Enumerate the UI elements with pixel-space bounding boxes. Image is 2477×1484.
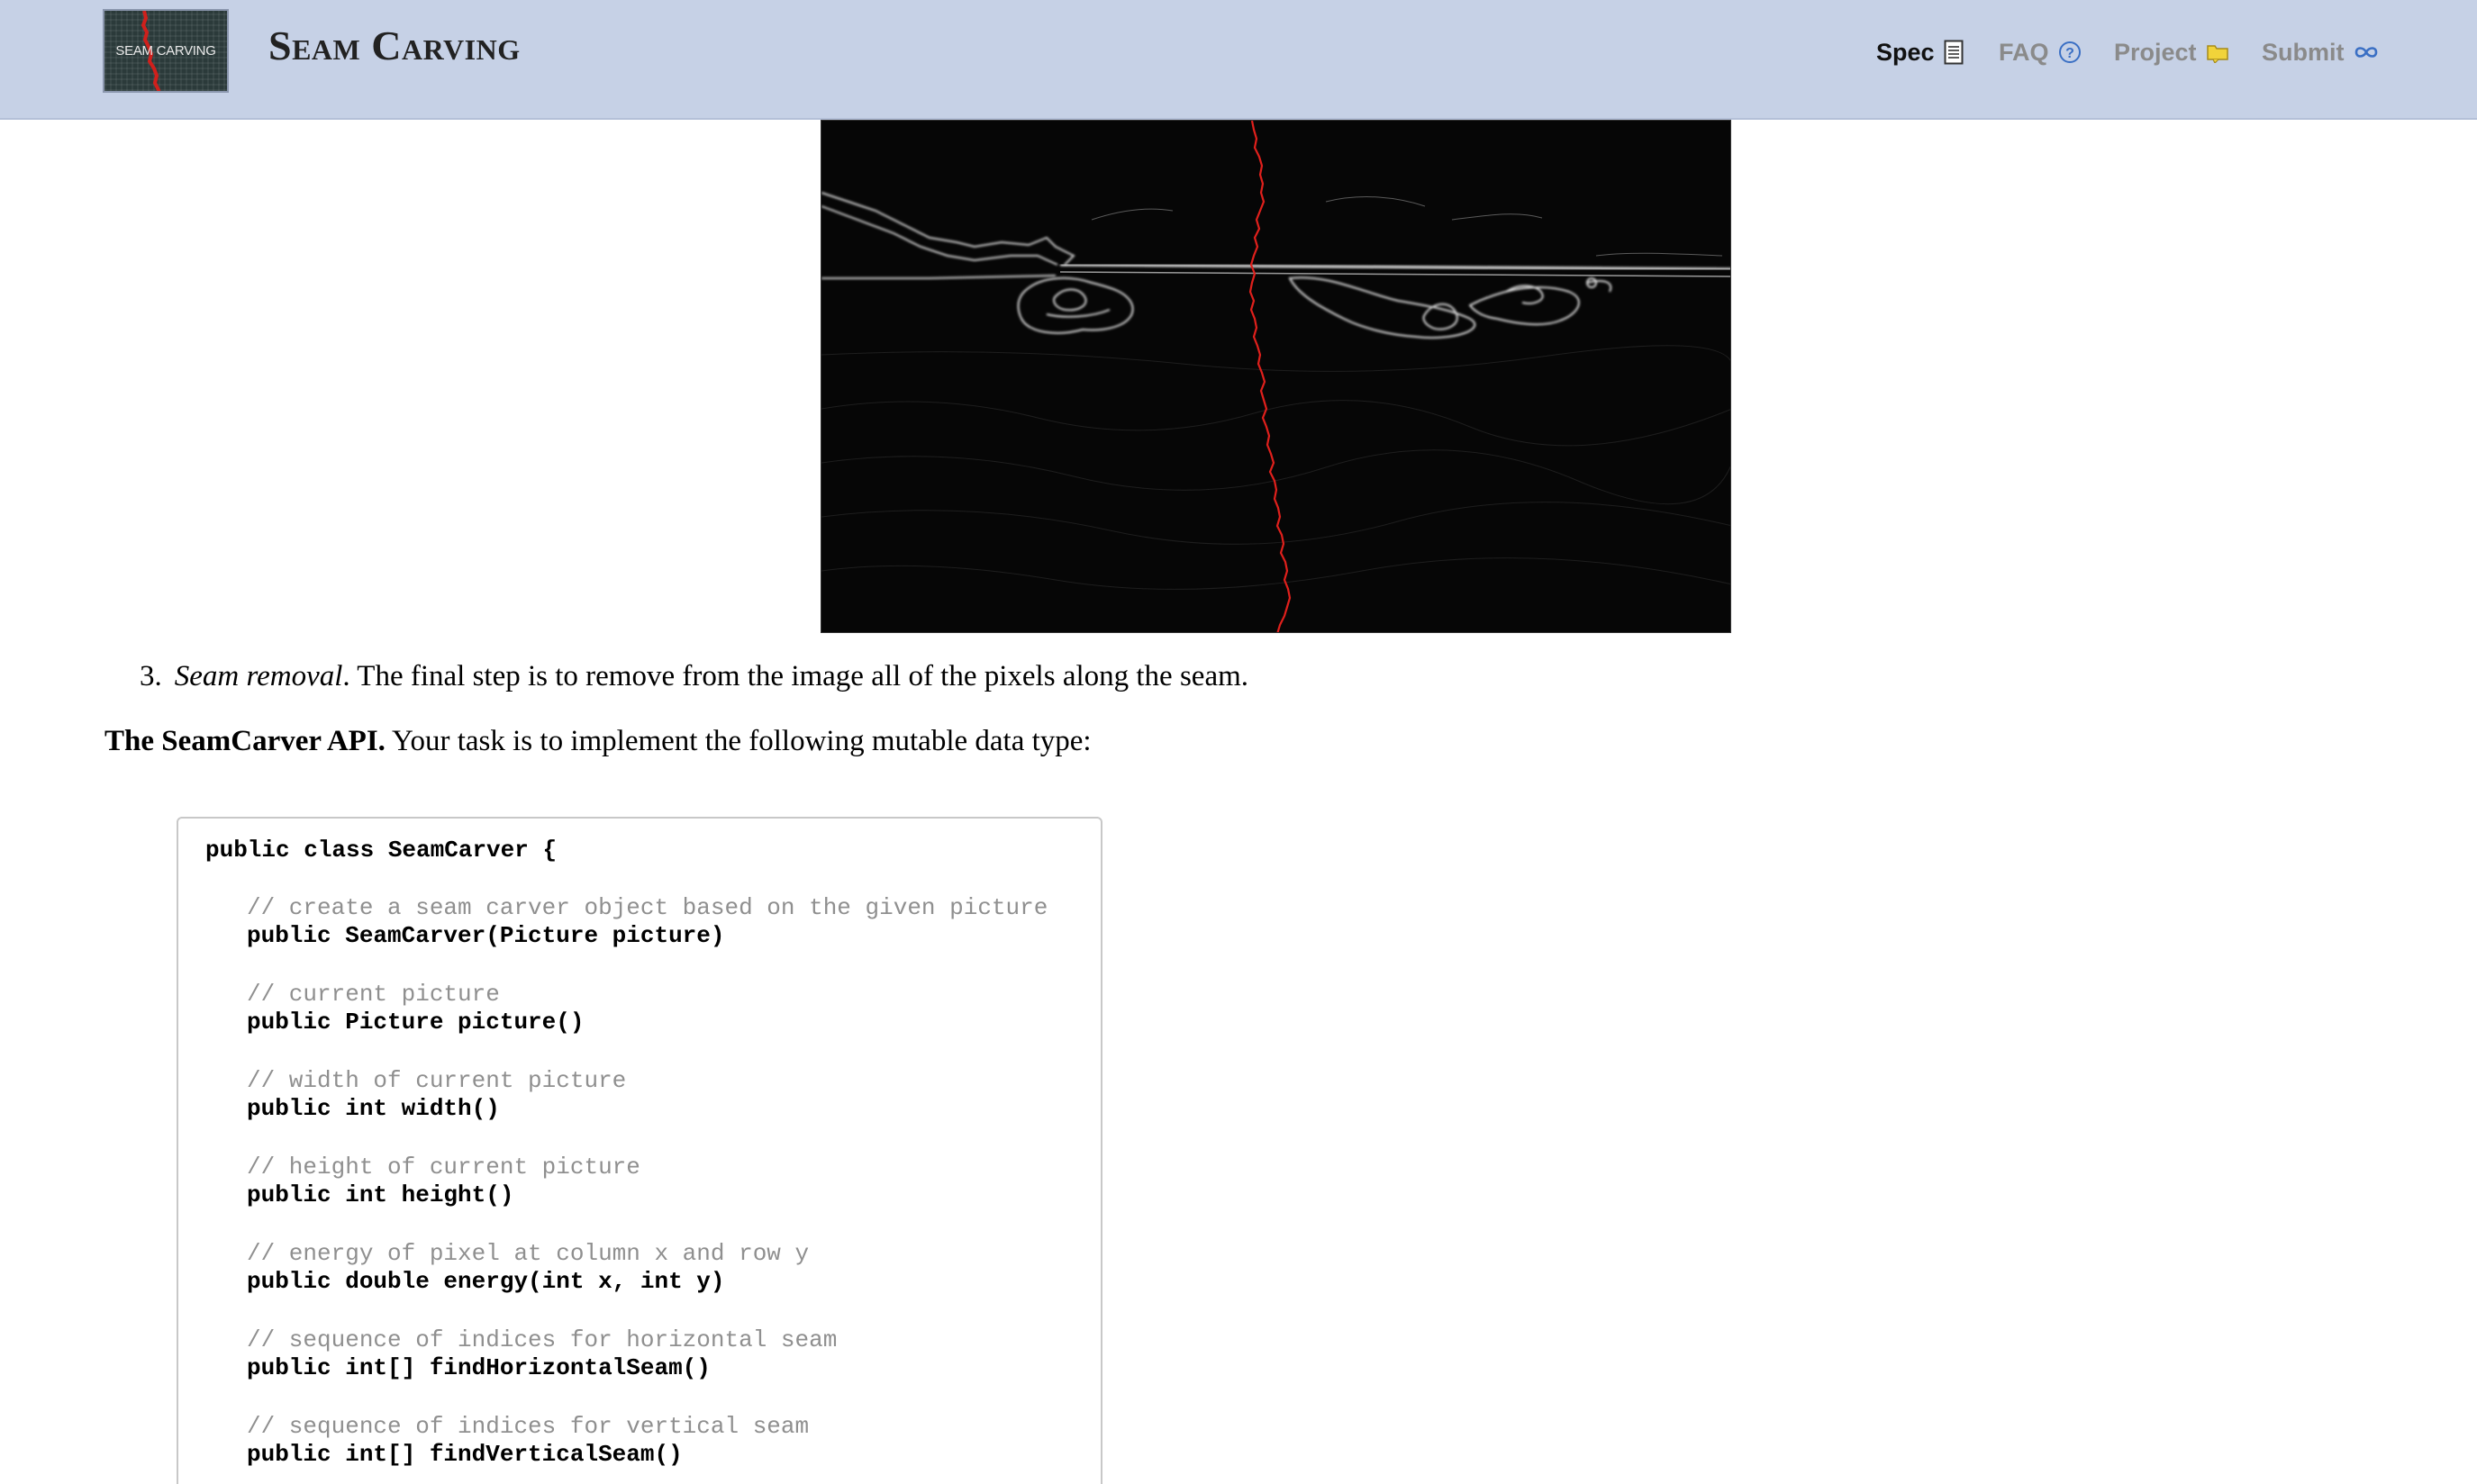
code-comment: // current picture [247,981,500,1008]
code-signature: public int height() [247,1181,514,1208]
api-heading: The SeamCarver API. [104,725,386,757]
question-circle-icon: ? [2058,41,2082,64]
code-signature: public double energy(int x, int y) [247,1268,725,1295]
nav-faq-label: FAQ [1999,38,2049,66]
nav-project-label: Project [2114,38,2197,66]
code-signature: public int width() [247,1095,500,1122]
code-comment: // height of current picture [247,1154,640,1181]
code-signature: public SeamCarver(Picture picture) [247,922,725,949]
step-text: . The final step is to remove from the i… [342,660,1249,692]
seam-removal-step: 3. Seam removal. The final step is to rem… [140,660,1248,693]
document-icon [1944,40,1964,65]
nav-spec-link[interactable]: Spec [1876,34,1964,70]
code-signature: public Picture picture() [247,1009,585,1036]
code-signature: public int[] findVerticalSeam() [247,1441,683,1468]
api-code-block: public class SeamCarver { // create a se… [177,817,1102,1484]
code-comment: // create a seam carver object based on … [247,894,1048,921]
nav-submit-label: Submit [2262,38,2345,66]
folder-icon [2206,41,2229,65]
code-class-declaration: public class SeamCarver { [205,837,558,864]
nav-faq-link[interactable]: FAQ ? [1999,34,2082,70]
code-comment: // sequence of indices for horizontal se… [247,1326,838,1353]
svg-text:?: ? [2065,46,2074,61]
site-header: SEAM CARVING Seam Carving Spec FAQ ? Pro… [0,0,2477,120]
nav-spec-label: Spec [1876,38,1935,66]
seam-carving-logo[interactable]: SEAM CARVING [103,9,229,93]
step-number: 3. [140,660,162,692]
code-comment: // energy of pixel at column x and row y [247,1240,810,1267]
logo-text: SEAM CARVING [115,43,216,59]
step-title: Seam removal [174,660,343,692]
api-text: Your task is to implement the following … [385,725,1092,757]
api-intro-paragraph: The SeamCarver API. Your task is to impl… [104,725,1092,758]
page-title: Seam Carving [268,23,521,68]
code-comment: // width of current picture [247,1067,627,1094]
code-signature: public int[] findHorizontalSeam() [247,1354,711,1381]
nav-submit-link[interactable]: Submit [2262,34,2379,70]
energy-picture-with-seam [821,120,1731,633]
nav-project-link[interactable]: Project [2114,34,2229,70]
code-comment: // sequence of indices for vertical seam [247,1413,810,1440]
infinity-icon [2354,45,2379,59]
